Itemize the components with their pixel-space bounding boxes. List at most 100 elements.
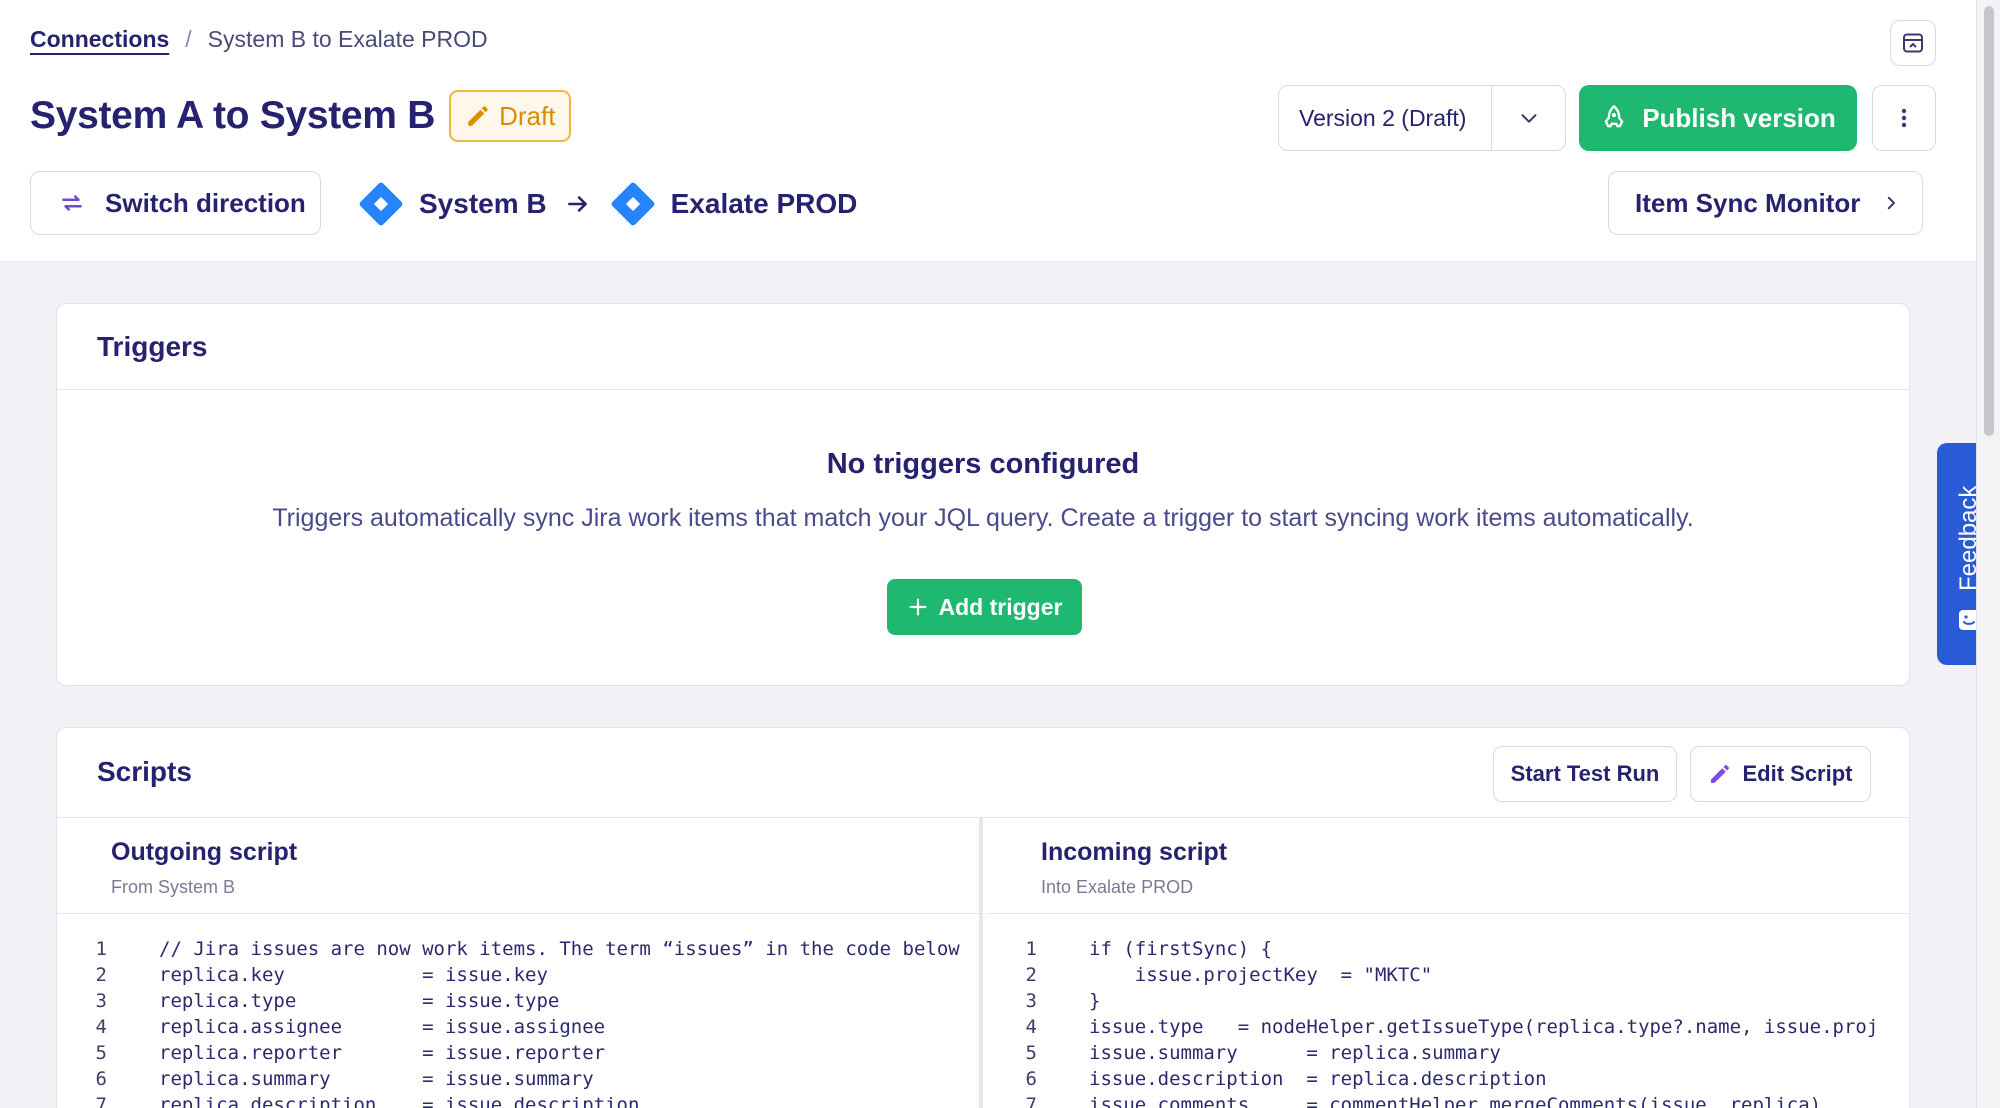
draft-status-badge: Draft xyxy=(449,90,572,142)
code-line: 5 issue.summary = replica.summary xyxy=(987,1042,1911,1068)
item-sync-monitor-label: Item Sync Monitor xyxy=(1635,187,1861,218)
breadcrumb-current: System B to Exalate PROD xyxy=(207,26,488,52)
more-actions-button[interactable] xyxy=(1872,85,1936,151)
line-number: 6 xyxy=(1025,1068,1037,1090)
page-header: Connections / System B to Exalate PROD S… xyxy=(0,0,1976,262)
version-select-value: Version 2 (Draft) xyxy=(1299,104,1467,131)
code-text: } xyxy=(1089,990,1101,1012)
code-line: 2 issue.projectKey = "MKTC" xyxy=(987,964,1911,990)
sync-direction: System B Exalate PROD xyxy=(355,178,857,230)
incoming-code-editor[interactable]: 1 if (firstSync) { 2 issue.projectKey = "… xyxy=(987,914,1911,1108)
line-number: 7 xyxy=(1025,1094,1037,1108)
line-number: 5 xyxy=(95,1042,107,1064)
code-text: if (firstSync) { xyxy=(1089,938,1273,960)
code-text: replica.description = issue.description xyxy=(159,1094,640,1108)
scripts-card: Scripts Start Test Run Edit Script Outgo… xyxy=(56,727,1911,1108)
code-line: 3} xyxy=(987,990,1911,1016)
edit-script-label: Edit Script xyxy=(1742,761,1853,786)
panel-layout-icon xyxy=(1903,33,1923,53)
triggers-empty-title: No triggers configured xyxy=(826,448,1140,480)
code-line: 6 issue.description = replica.description xyxy=(987,1068,1911,1094)
outgoing-script-title: Outgoing script xyxy=(111,838,298,866)
switch-direction-button[interactable]: Switch direction xyxy=(30,171,321,235)
publish-version-button[interactable]: Publish version xyxy=(1579,85,1857,151)
source-system-name: System B xyxy=(419,188,547,219)
code-line: 5 replica.reporter = issue.reporter xyxy=(57,1042,979,1068)
breadcrumb-separator: / xyxy=(185,26,192,52)
target-system-name: Exalate PROD xyxy=(670,188,858,219)
code-line: 1 if (firstSync) { xyxy=(987,938,1911,964)
code-text: issue.description = replica.description xyxy=(1089,1068,1547,1090)
code-text: replica.summary = issue.summary xyxy=(159,1068,594,1090)
plus-icon xyxy=(909,598,926,616)
title-row: System A to System B Draft xyxy=(30,90,572,142)
incoming-script-pane: Incoming script Into Exalate PROD 1 if (f… xyxy=(987,818,1911,1108)
incoming-script-subtitle: Into Exalate PROD xyxy=(1041,877,1194,897)
triggers-empty-description: Triggers automatically sync Jira work it… xyxy=(272,504,1694,532)
breadcrumb-connections-link[interactable]: Connections xyxy=(30,26,169,53)
version-dropdown-toggle[interactable] xyxy=(1491,86,1565,150)
pencil-icon xyxy=(1711,765,1730,783)
jira-logo-icon xyxy=(359,182,403,226)
line-number: 1 xyxy=(1025,938,1037,960)
code-text: replica.reporter = issue.reporter xyxy=(159,1042,606,1064)
layout-toggle-button[interactable] xyxy=(1890,20,1936,66)
switch-direction-label: Switch direction xyxy=(105,187,306,218)
add-trigger-label: Add trigger xyxy=(938,593,1063,620)
line-number: 7 xyxy=(95,1094,107,1108)
outgoing-script-pane: Outgoing script From System B 1 // Jira i… xyxy=(57,818,983,1108)
code-text: replica.assignee = issue.assignee xyxy=(159,1016,606,1038)
outgoing-script-subtitle: From System B xyxy=(111,877,236,897)
line-number: 5 xyxy=(1025,1042,1037,1064)
outgoing-script-header: Outgoing script From System B xyxy=(57,818,979,914)
line-number: 2 xyxy=(1025,964,1037,986)
breadcrumb: Connections / System B to Exalate PROD xyxy=(30,26,488,53)
edit-script-button[interactable]: Edit Script xyxy=(1690,746,1871,802)
code-text: issue.comments = commentHelper.mergeComm… xyxy=(1089,1094,1822,1108)
publish-version-label: Publish version xyxy=(1642,102,1836,133)
code-line: 7 replica.description = issue.description xyxy=(57,1094,979,1108)
code-text: replica.type = issue.type xyxy=(159,990,560,1012)
more-vertical-icon xyxy=(1901,108,1907,128)
outgoing-code-editor[interactable]: 1 // Jira issues are now work items. The … xyxy=(57,914,979,1108)
app-root: Connections / System B to Exalate PROD S… xyxy=(0,0,1976,1108)
incoming-script-title: Incoming script xyxy=(1041,838,1228,866)
code-text: issue.summary = replica.summary xyxy=(1089,1042,1501,1064)
pencil-icon xyxy=(468,106,488,126)
version-select[interactable]: Version 2 (Draft) xyxy=(1278,85,1566,151)
code-line: 4 replica.assignee = issue.assignee xyxy=(57,1016,979,1042)
arrow-right-icon xyxy=(567,196,587,212)
code-line: 3 replica.type = issue.type xyxy=(57,990,979,1016)
code-text: replica.key = issue.key xyxy=(159,964,548,986)
code-text: // Jira issues are now work items. The t… xyxy=(159,938,960,960)
page-scrollbar[interactable] xyxy=(1976,0,2000,1108)
code-line: 1 // Jira issues are now work items. The … xyxy=(57,938,979,964)
code-line: 4 issue.type = nodeHelper.getIssueType(re… xyxy=(987,1016,1911,1042)
draft-badge-label: Draft xyxy=(499,100,556,131)
line-number: 3 xyxy=(1025,990,1037,1012)
code-text: issue.type = nodeHelper.getIssueType(rep… xyxy=(1089,1016,1879,1038)
scripts-title: Scripts xyxy=(97,756,192,787)
line-number: 3 xyxy=(95,990,107,1012)
code-text: issue.projectKey = "MKTC" xyxy=(1089,964,1433,986)
chevron-down-icon xyxy=(1521,114,1536,123)
chevron-right-icon xyxy=(1888,196,1896,210)
incoming-script-header: Incoming script Into Exalate PROD xyxy=(987,818,1911,914)
line-number: 1 xyxy=(95,938,107,960)
item-sync-monitor-button[interactable]: Item Sync Monitor xyxy=(1608,171,1923,235)
line-number: 6 xyxy=(95,1068,107,1090)
add-trigger-button[interactable]: Add trigger xyxy=(887,579,1082,635)
line-number: 4 xyxy=(1025,1016,1037,1038)
start-test-run-button[interactable]: Start Test Run xyxy=(1493,746,1677,802)
triggers-title: Triggers xyxy=(57,304,1909,390)
rocket-icon xyxy=(1604,105,1624,128)
code-line: 7 issue.comments = commentHelper.mergeCom… xyxy=(987,1094,1911,1108)
page-title: System A to System B xyxy=(30,94,436,137)
code-line: 2 replica.key = issue.key xyxy=(57,964,979,990)
scrollbar-thumb[interactable] xyxy=(1984,6,1994,436)
scripts-header: Scripts Start Test Run Edit Script xyxy=(57,728,1909,818)
code-line: 6 replica.summary = issue.summary xyxy=(57,1068,979,1094)
swap-arrows-icon xyxy=(62,195,82,211)
triggers-card: Triggers No triggers configured Triggers… xyxy=(56,303,1910,686)
line-number: 4 xyxy=(95,1016,107,1038)
